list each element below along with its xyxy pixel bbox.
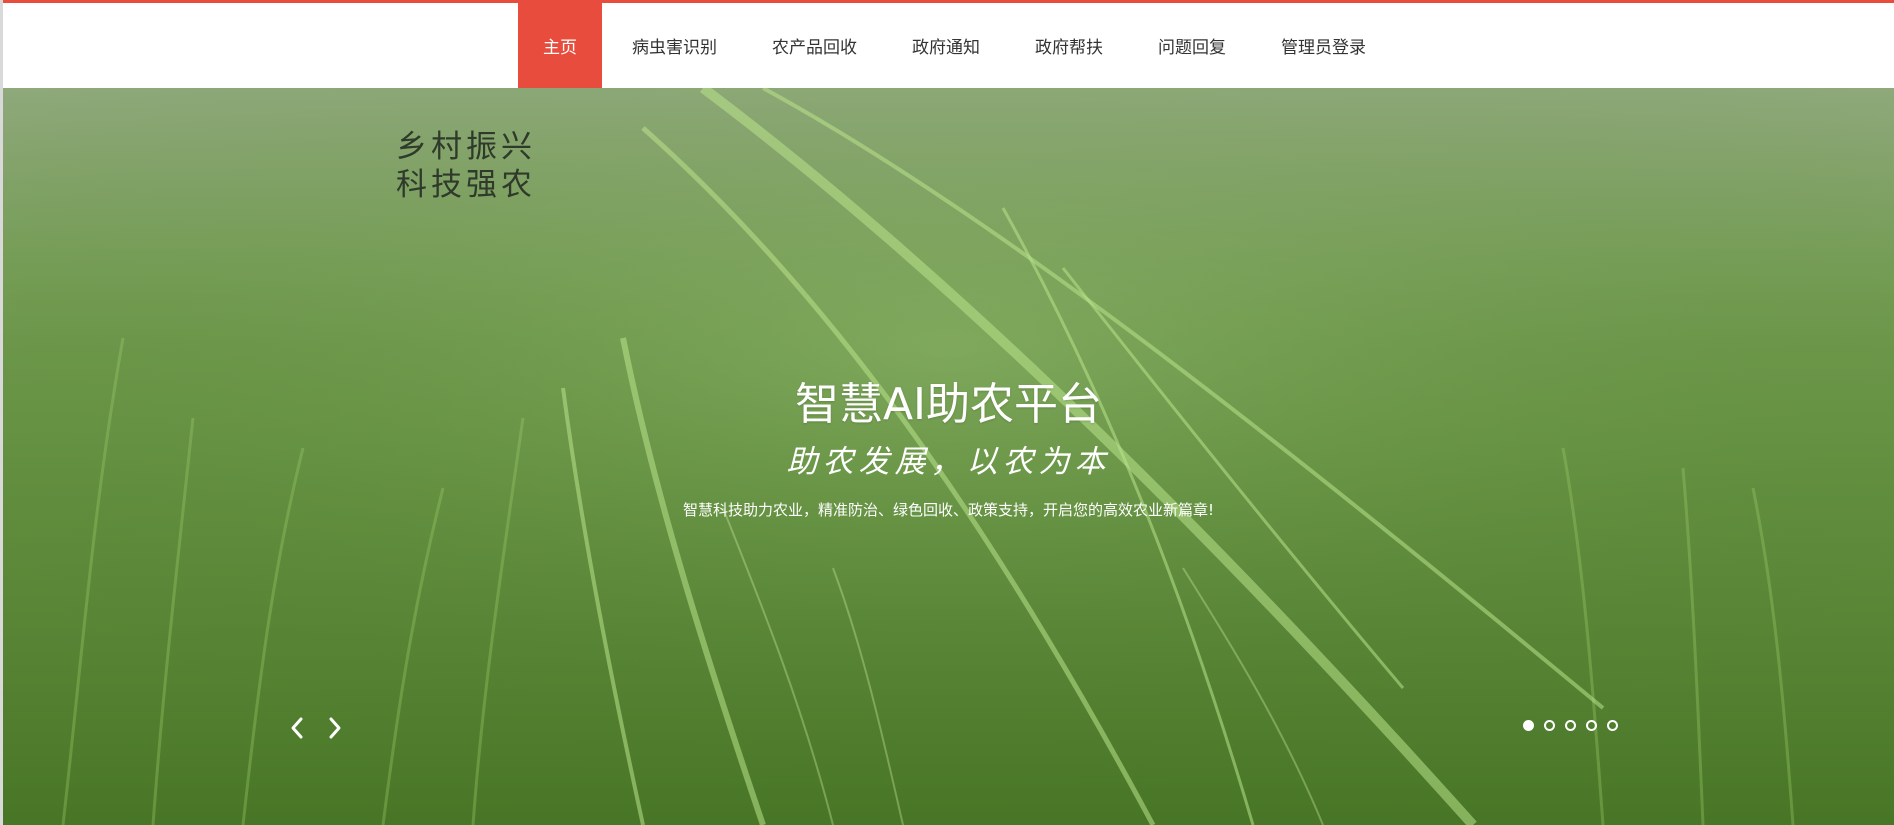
nav-item-pest-recognition[interactable]: 病虫害识别 [606, 3, 743, 88]
hero-description: 智慧科技助力农业，精准防治、绿色回收、政策支持，开启您的高效农业新篇章! [682, 501, 1215, 519]
slogan-line-2: 科技强农 [396, 167, 536, 203]
carousel-dot-5[interactable] [1607, 720, 1618, 731]
nav-item-question-reply[interactable]: 问题回复 [1132, 3, 1252, 88]
main-nav: 主页 病虫害识别 农产品回收 政府通知 政府帮扶 问题回复 管理员登录 [518, 3, 1395, 88]
carousel-indicators [1523, 720, 1628, 731]
chevron-left-icon [291, 717, 303, 739]
chevron-right-icon [329, 717, 341, 739]
navbar: 主页 病虫害识别 农产品回收 政府通知 政府帮扶 问题回复 管理员登录 [3, 3, 1894, 88]
slogan-line-1: 乡村振兴 [396, 129, 536, 165]
hero-subtitle: 助农发展，以农为本 [786, 444, 1111, 480]
hero-title: 智慧AI助农平台 [794, 379, 1103, 430]
hero-slogan: 乡村振兴 科技强农 [396, 128, 536, 204]
carousel-dot-3[interactable] [1565, 720, 1576, 731]
nav-item-government-support[interactable]: 政府帮扶 [1009, 3, 1129, 88]
nav-item-admin-login[interactable]: 管理员登录 [1255, 3, 1392, 88]
nav-item-government-notice[interactable]: 政府通知 [886, 3, 1006, 88]
carousel-next-button[interactable] [321, 708, 349, 748]
carousel-dot-2[interactable] [1544, 720, 1555, 731]
carousel-prev-button[interactable] [283, 708, 311, 748]
carousel-dot-4[interactable] [1586, 720, 1597, 731]
carousel-dot-1[interactable] [1523, 720, 1534, 731]
nav-item-home[interactable]: 主页 [518, 3, 602, 88]
hero-banner: 乡村振兴 科技强农 智慧AI助农平台 助农发展，以农为本 智慧科技助力农业，精准… [3, 88, 1894, 825]
page: 主页 病虫害识别 农产品回收 政府通知 政府帮扶 问题回复 管理员登录 乡村振兴… [0, 0, 1894, 825]
nav-item-produce-recycling[interactable]: 农产品回收 [746, 3, 883, 88]
